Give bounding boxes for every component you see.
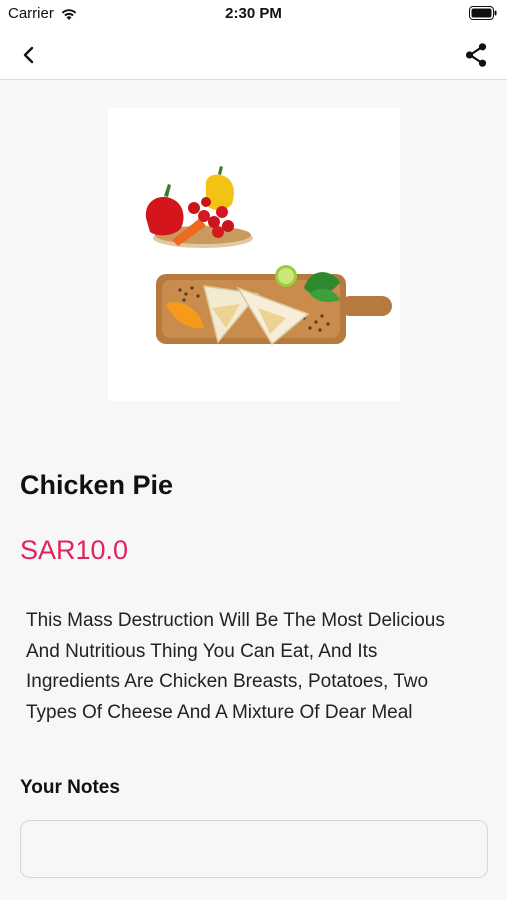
product-price: SAR10.0 — [20, 535, 129, 565]
notes-label: Your Notes — [20, 777, 120, 798]
status-bar: Carrier 2:30 PM — [0, 0, 507, 30]
chevron-left-icon — [23, 46, 34, 64]
status-time: 2:30 PM — [225, 5, 282, 22]
product-image — [108, 108, 400, 401]
share-icon — [465, 43, 487, 67]
product-description: This Mass Destruction Will Be The Most D… — [26, 610, 445, 723]
food-photo-illustration — [145, 166, 392, 346]
notes-input[interactable] — [20, 820, 488, 878]
share-button[interactable] — [459, 38, 493, 72]
navigation-bar — [0, 30, 507, 80]
back-button[interactable] — [14, 40, 44, 70]
product-name: Chicken Pie — [20, 470, 174, 500]
battery-icon — [469, 6, 497, 25]
